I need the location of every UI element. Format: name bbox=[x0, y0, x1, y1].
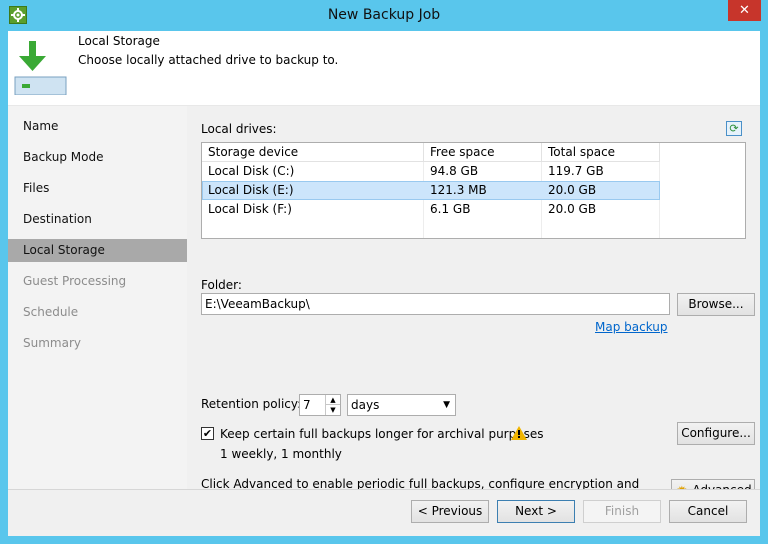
keep-backups-label[interactable]: Keep certain full backups longer for arc… bbox=[220, 427, 543, 441]
map-backup-link[interactable]: Map backup bbox=[595, 320, 668, 334]
title-bar[interactable]: New Backup Job ✕ bbox=[0, 0, 768, 31]
column-header-free-space[interactable]: Free space bbox=[424, 143, 542, 162]
close-button[interactable]: ✕ bbox=[728, 0, 761, 21]
table-cell: 6.1 GB bbox=[430, 202, 471, 216]
cancel-button[interactable]: Cancel bbox=[669, 500, 747, 523]
folder-label: Folder: bbox=[201, 278, 242, 292]
table-row[interactable]: Local Disk (F:) 6.1 GB 20.0 GB bbox=[202, 200, 745, 219]
table-cell: Local Disk (C:) bbox=[208, 164, 295, 178]
warning-icon bbox=[511, 426, 527, 443]
table-cell: 20.0 GB bbox=[548, 183, 597, 197]
window-title: New Backup Job bbox=[327, 7, 441, 23]
keep-backups-checkbox[interactable]: ✔ bbox=[201, 427, 214, 440]
stepper-down-icon[interactable]: ▼ bbox=[325, 405, 340, 415]
next-button[interactable]: Next > bbox=[497, 500, 575, 523]
header-title: Local Storage bbox=[78, 34, 160, 48]
table-cell: 94.8 GB bbox=[430, 164, 479, 178]
retention-label: Retention policy: bbox=[201, 397, 302, 411]
dialog-client: Local Storage Choose locally attached dr… bbox=[8, 31, 760, 536]
column-header-storage-device[interactable]: Storage device bbox=[202, 143, 424, 162]
browse-button[interactable]: Browse... bbox=[677, 293, 755, 316]
refresh-icon[interactable]: ⟳ bbox=[726, 121, 742, 136]
sidebar-item-schedule: Schedule bbox=[23, 305, 79, 319]
close-icon: ✕ bbox=[739, 3, 750, 18]
retention-unit-select[interactable]: days ▼ bbox=[347, 394, 456, 416]
column-header-total-space[interactable]: Total space bbox=[542, 143, 660, 162]
chevron-down-icon: ▼ bbox=[443, 400, 450, 410]
retention-unit-value: days bbox=[351, 398, 380, 412]
keep-backups-summary: 1 weekly, 1 monthly bbox=[220, 447, 342, 461]
stepper-up-icon[interactable]: ▲ bbox=[325, 395, 340, 405]
sidebar-item-backup-mode[interactable]: Backup Mode bbox=[8, 146, 187, 169]
sidebar-item-name[interactable]: Name bbox=[8, 115, 187, 138]
table-row-selected[interactable]: Local Disk (E:) 121.3 MB 20.0 GB bbox=[202, 181, 660, 200]
table-cell: 121.3 MB bbox=[430, 183, 487, 197]
wizard-footer: < Previous Next > Finish Cancel bbox=[8, 489, 760, 536]
table-row[interactable]: Local Disk (C:) 94.8 GB 119.7 GB bbox=[202, 162, 745, 181]
sidebar-item-local-storage[interactable]: Local Storage bbox=[8, 239, 187, 262]
sidebar-item-summary: Summary bbox=[23, 336, 81, 350]
wizard-steps: Name Backup Mode Files Destination Local… bbox=[8, 106, 187, 489]
table-cell: 20.0 GB bbox=[548, 202, 597, 216]
window: New Backup Job ✕ Local Storage Choose lo… bbox=[0, 0, 768, 544]
configure-button[interactable]: Configure... bbox=[677, 422, 755, 445]
retention-stepper[interactable]: 7 ▲ ▼ bbox=[299, 394, 341, 416]
sidebar-item-destination[interactable]: Destination bbox=[8, 208, 187, 231]
drives-table[interactable]: Storage device Free space Total space Lo… bbox=[201, 142, 746, 239]
retention-value: 7 bbox=[303, 398, 311, 412]
finish-button: Finish bbox=[583, 500, 661, 523]
local-drives-label: Local drives: bbox=[201, 122, 277, 136]
folder-input[interactable]: E:\VeeamBackup\ bbox=[201, 293, 670, 315]
wizard-header: Local Storage Choose locally attached dr… bbox=[8, 31, 760, 105]
sidebar-item-files[interactable]: Files bbox=[8, 177, 187, 200]
sidebar-item-guest-processing: Guest Processing bbox=[23, 274, 127, 288]
table-cell: Local Disk (E:) bbox=[208, 183, 294, 197]
table-cell: 119.7 GB bbox=[548, 164, 604, 178]
header-subtitle: Choose locally attached drive to backup … bbox=[78, 53, 339, 67]
download-arrow-icon bbox=[14, 41, 67, 96]
main-panel: Local drives: ⟳ Storage device Free spac… bbox=[187, 106, 760, 506]
previous-button[interactable]: < Previous bbox=[411, 500, 489, 523]
table-cell: Local Disk (F:) bbox=[208, 202, 292, 216]
